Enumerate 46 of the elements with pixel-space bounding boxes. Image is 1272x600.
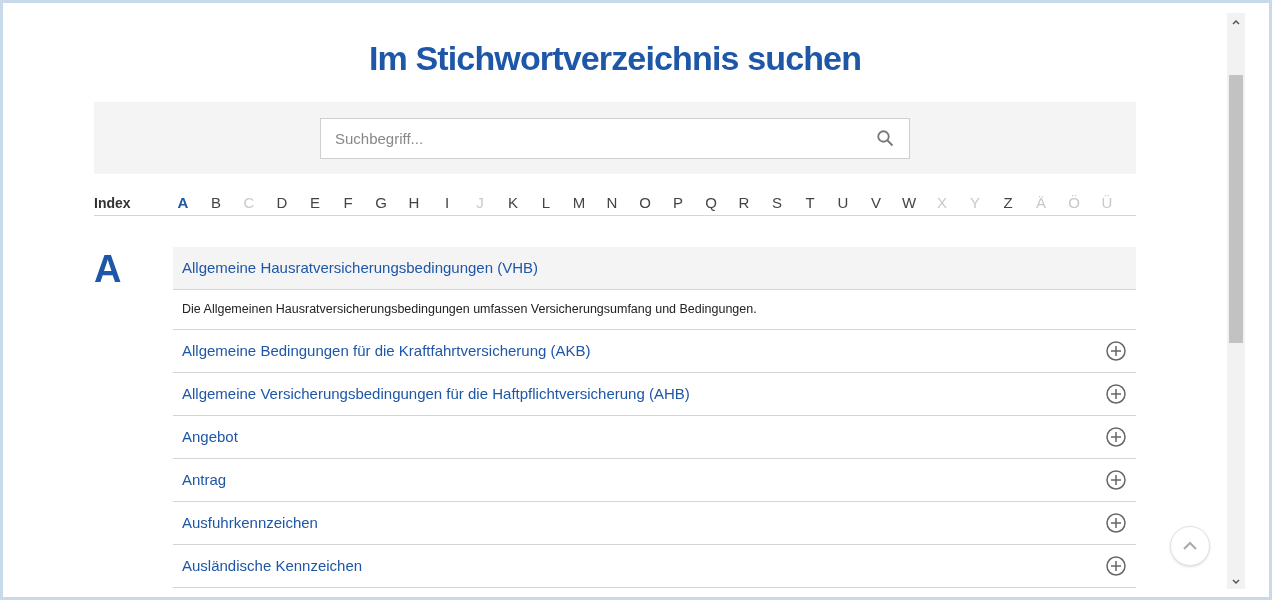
- letter-link[interactable]: E: [306, 192, 324, 215]
- entry-title[interactable]: Allgemeine Bedingungen für die Kraftfahrtversicherung (AKB): [182, 339, 591, 362]
- letter-link[interactable]: N: [603, 192, 621, 215]
- plus-circle-icon[interactable]: [1106, 340, 1126, 361]
- entry-title[interactable]: Antrag: [182, 468, 227, 491]
- letter-link[interactable]: D: [273, 192, 291, 215]
- letter-link[interactable]: W: [900, 192, 918, 215]
- letter-link[interactable]: S: [768, 192, 786, 215]
- plus-circle-icon[interactable]: [1106, 426, 1126, 447]
- letter-link[interactable]: A: [174, 192, 192, 215]
- letter-link[interactable]: B: [207, 192, 225, 215]
- letter-link[interactable]: Q: [702, 192, 720, 215]
- plus-circle-icon[interactable]: [1106, 469, 1126, 490]
- scrollbar[interactable]: [1227, 13, 1245, 589]
- scroll-down-icon[interactable]: [1231, 577, 1241, 587]
- letter-link[interactable]: V: [867, 192, 885, 215]
- chevron-up-icon: [1182, 541, 1198, 551]
- letter-link[interactable]: G: [372, 192, 390, 215]
- letter-link[interactable]: M: [570, 192, 588, 215]
- letter-link[interactable]: H: [405, 192, 423, 215]
- letter-link[interactable]: I: [438, 192, 456, 215]
- plus-circle-icon[interactable]: [1106, 383, 1126, 404]
- letter-link[interactable]: L: [537, 192, 555, 215]
- page-title: Im Stichwortverzeichnis suchen: [368, 38, 862, 79]
- entry-title[interactable]: Ausländische Kennzeichen: [182, 554, 363, 577]
- plus-circle-icon[interactable]: [1106, 512, 1126, 533]
- letter-link[interactable]: K: [504, 192, 522, 215]
- search-icon[interactable]: [876, 128, 894, 147]
- scrollbar-thumb[interactable]: [1229, 75, 1243, 343]
- letter-link[interactable]: T: [801, 192, 819, 215]
- letter-link[interactable]: F: [339, 192, 357, 215]
- plus-circle-icon[interactable]: [1106, 555, 1126, 576]
- entry-title[interactable]: Angebot: [182, 425, 238, 448]
- entry-title[interactable]: Allgemeine Hausratversicherungsbedingungen (VHB): [182, 256, 539, 280]
- letter-link[interactable]: O: [636, 192, 654, 215]
- letter-link[interactable]: P: [669, 192, 687, 215]
- entry-header[interactable]: Allgemeine Hausratversicherungsbedingungen (VHB): [173, 247, 1136, 289]
- scroll-up-icon[interactable]: [1231, 17, 1241, 27]
- entry-title[interactable]: Ausfuhrkennzeichen: [182, 511, 318, 534]
- index-label: Index: [94, 194, 132, 213]
- entry-title[interactable]: Allgemeine Versicherungsbedingungen für die Haftpflichtversicherung (AHB): [182, 382, 690, 405]
- letter-link[interactable]: R: [735, 192, 753, 215]
- letter-link[interactable]: Z: [999, 192, 1017, 215]
- section-letter: A: [94, 247, 123, 292]
- search-field[interactable]: Suchbegriff...: [320, 117, 910, 159]
- letter-link[interactable]: U: [834, 192, 852, 215]
